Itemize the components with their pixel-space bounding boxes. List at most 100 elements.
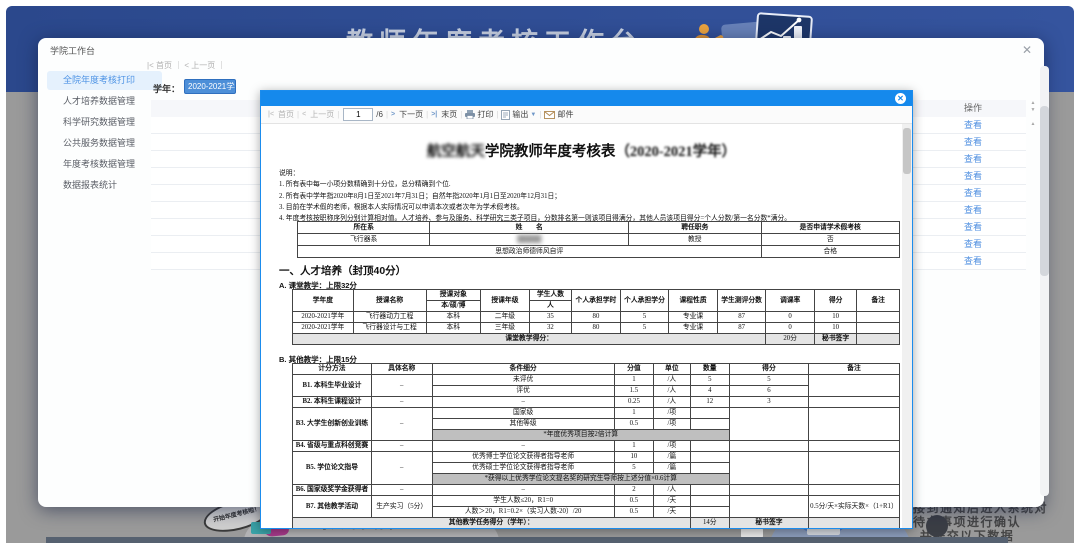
table-cell: 5	[614, 463, 653, 474]
table-cell	[730, 441, 809, 452]
figure-head	[926, 515, 948, 537]
view-link[interactable]: 查看	[951, 185, 995, 201]
table-cell: 0.5	[614, 419, 653, 430]
table-cell: 学生测评分数	[717, 290, 766, 312]
table-cell: 80	[572, 312, 621, 323]
table-cell	[730, 485, 809, 496]
table-cell: 思想政治师德师风自评	[298, 246, 762, 258]
table-cell: –	[432, 485, 614, 496]
table-cell: 0.5	[614, 507, 653, 518]
view-link[interactable]: 查看	[951, 168, 995, 184]
print-preview-modal: ✕ |<首页 | <上一页 | /6 | >下一页 | >|末页 | 打印 |	[260, 90, 913, 529]
table-cell	[690, 408, 729, 419]
next-page-button[interactable]: >下一页	[391, 109, 423, 120]
table-cell: 5	[690, 375, 729, 386]
scrollbar-thumb[interactable]	[903, 128, 911, 174]
note-line: 1. 所有表中每一小项分数精确到十分位，总分精确到个位.	[279, 179, 901, 190]
table-cell	[690, 419, 729, 430]
table-cell: 4	[690, 386, 729, 397]
sidebar-item-talent-data[interactable]: 人才培养数据管理	[47, 92, 162, 111]
table-cell: 2020-2021学年	[293, 312, 354, 323]
table-cell: –	[371, 452, 432, 485]
table-cell: –	[432, 441, 614, 452]
export-button[interactable]: 输出▼	[501, 109, 536, 120]
page-input[interactable]	[343, 108, 373, 121]
dialog-scrollbar[interactable]	[1040, 66, 1049, 496]
first-page-button[interactable]: |<首页	[268, 109, 294, 120]
table-cell: 3	[730, 397, 809, 408]
mail-button[interactable]: 邮件	[544, 109, 573, 120]
table-cell: 个人承担学分	[620, 290, 669, 312]
table-cell: 否	[761, 234, 899, 246]
document-scrollbar[interactable]	[902, 124, 912, 528]
table-cell: 1	[614, 441, 653, 452]
table-cell: 5	[730, 375, 809, 386]
table-cell: 80	[572, 323, 621, 334]
table-cell: 本科	[426, 323, 481, 334]
ops-header-label: 操作	[951, 100, 995, 117]
sidebar-item-service-data[interactable]: 公共服务数据管理	[47, 134, 162, 153]
table-cell	[690, 463, 729, 474]
table-cell: /人	[654, 386, 690, 397]
view-link[interactable]: 查看	[951, 117, 995, 133]
section-heading: 一、人才培养（封顶40分）	[279, 263, 406, 278]
table-cell: 10	[614, 452, 653, 463]
document-notes: 说明： 1. 所有表中每一小项分数精确到十分位，总分精确到个位. 2. 所有表中…	[279, 168, 901, 224]
year-select[interactable]: 2020-2021学年	[184, 79, 236, 94]
table-cell	[808, 518, 899, 529]
view-link[interactable]: 查看	[951, 202, 995, 218]
page-total: /6	[376, 110, 383, 119]
table-cell: 学生人数	[529, 290, 571, 301]
table-cell: 2020-2021学年	[293, 323, 354, 334]
table-cell: 国家级	[432, 408, 614, 419]
table-cell: 评优	[432, 386, 614, 397]
table-cell	[690, 507, 729, 518]
close-icon[interactable]: ✕	[1022, 43, 1032, 57]
table-cell	[857, 334, 900, 345]
table-cell: 10	[814, 312, 856, 323]
table-cell: 二年级	[481, 312, 530, 323]
view-link[interactable]: 查看	[951, 219, 995, 235]
preview-toolbar: |<首页 | <上一页 | /6 | >下一页 | >|末页 | 打印 | 输出…	[261, 106, 912, 124]
table-cell: 计分方法	[293, 364, 372, 375]
table-cell: –	[371, 441, 432, 452]
table-cell: /项	[654, 419, 690, 430]
table-cell: 0	[766, 312, 815, 323]
scrollbar-thumb[interactable]	[1040, 106, 1049, 276]
view-link[interactable]: 查看	[951, 134, 995, 150]
print-button[interactable]: 打印	[465, 109, 493, 120]
table-cell: 其他教学任务得分（学年）：	[293, 518, 691, 529]
table-cell: 秘书签字	[814, 334, 856, 345]
sort-arrows-icon[interactable]: ▲▼▲	[1028, 100, 1038, 128]
sidebar-item-assessment-data[interactable]: 年度考核数据管理	[47, 155, 162, 174]
view-link[interactable]: 查看	[951, 236, 995, 252]
sidebar-item-research-data[interactable]: 科学研究数据管理	[47, 113, 162, 132]
table-cell: 2	[614, 485, 653, 496]
table-cell	[808, 485, 899, 496]
sidebar-item-report-stats[interactable]: 数据报表统计	[47, 176, 162, 195]
last-page-button[interactable]: >|末页	[431, 109, 457, 120]
pager-fragment[interactable]: |< 首页 ｜ < 上一页 ｜	[147, 60, 229, 71]
other-teaching-table: 计分方法具体名称条件细分分值单位数量得分备注B1. 本科生毕业设计–未评优1/人…	[292, 363, 900, 528]
note-line: 2. 所有表中学年指2020年8月1日至2021年7月31日；自然年指2020年…	[279, 191, 901, 202]
view-link[interactable]: 查看	[951, 253, 995, 269]
view-link[interactable]: 查看	[951, 151, 995, 167]
redacted-year: （2020-2021学年）	[615, 144, 736, 160]
sidebar-item-annual-print[interactable]: 全院年度考核打印	[47, 71, 162, 90]
table-cell	[730, 408, 809, 441]
table-cell: 数量	[690, 364, 729, 375]
table-cell	[808, 375, 899, 397]
college-workbench-dialog: 学院工作台 ✕ 全院年度考核打印 人才培养数据管理 科学研究数据管理 公共服务数…	[38, 38, 1044, 507]
prev-page-button[interactable]: <上一页	[302, 109, 334, 120]
close-icon[interactable]: ✕	[895, 93, 906, 104]
export-icon	[501, 110, 510, 120]
mail-icon	[544, 111, 555, 119]
table-cell: 飞行器系	[298, 234, 430, 246]
table-cell: 秘书签字	[730, 518, 809, 529]
document-title: 航空航天学院教师年度考核表（2020-2021学年）	[261, 140, 902, 161]
table-cell: 0	[766, 323, 815, 334]
table-cell	[690, 485, 729, 496]
table-cell: /天	[654, 496, 690, 507]
table-cell: 合格	[761, 246, 899, 258]
table-cell: 单位	[654, 364, 690, 375]
